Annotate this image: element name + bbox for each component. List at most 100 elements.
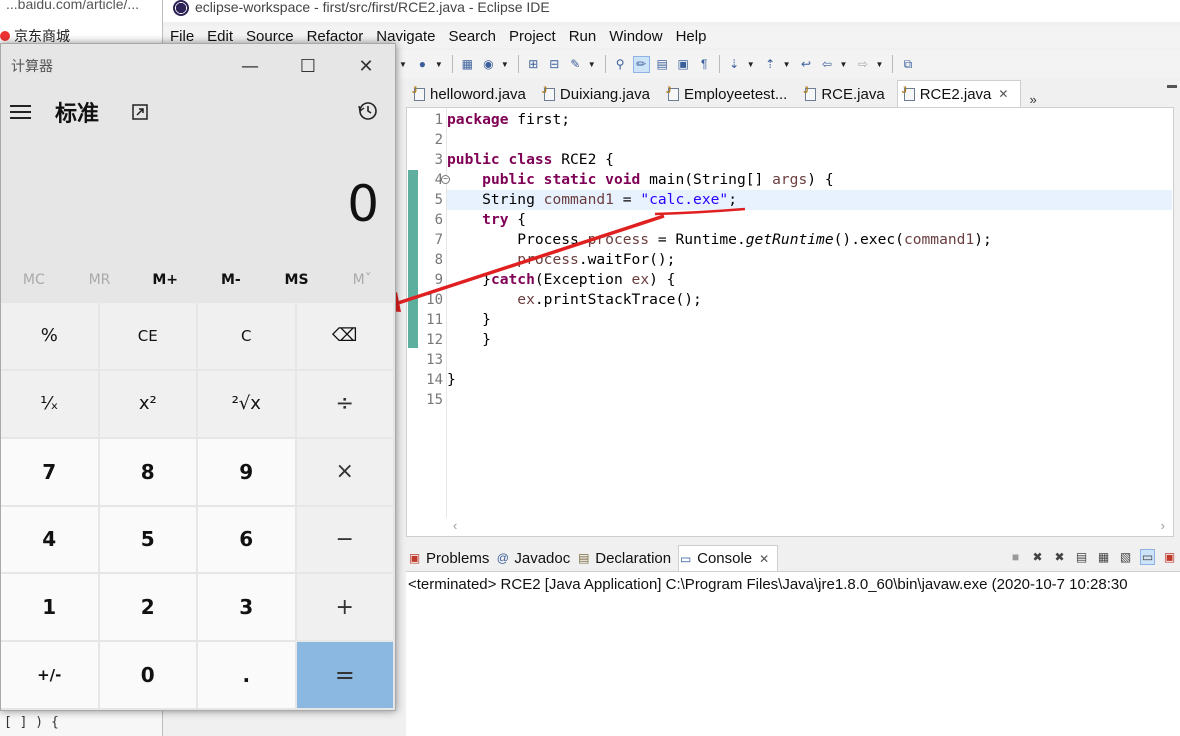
key-negate[interactable]: +/- xyxy=(1,642,98,708)
open-console-icon[interactable]: ▣ xyxy=(1162,549,1177,565)
key-equals[interactable]: = xyxy=(296,642,393,708)
key-2[interactable]: 2 xyxy=(99,574,196,641)
toggle-mark-icon[interactable]: ⚲ xyxy=(612,56,629,73)
block-select-icon[interactable]: ▣ xyxy=(675,56,692,73)
code-area[interactable]: 1 package first; 2 3 public class RCE2 { 4… xyxy=(426,110,1172,520)
key-clear-entry[interactable]: CE xyxy=(99,303,196,369)
key-percent[interactable]: % xyxy=(1,303,98,369)
key-decimal[interactable]: . xyxy=(198,642,295,708)
tab-rce2[interactable]: RCE2.java ✕ xyxy=(896,80,1022,107)
dropdown-arrow-icon[interactable]: ▼ xyxy=(435,60,443,69)
new-package-icon[interactable]: ▦ xyxy=(459,56,476,73)
close-icon[interactable]: ✕ xyxy=(998,87,1008,101)
keep-on-top-icon[interactable] xyxy=(129,101,151,123)
dropdown-arrow-icon[interactable]: ▼ xyxy=(399,60,407,69)
key-reciprocal[interactable]: ¹⁄ₓ xyxy=(1,370,98,437)
key-1[interactable]: 1 xyxy=(1,574,98,641)
open-folder-icon[interactable]: ⊟ xyxy=(546,56,563,73)
console-output[interactable]: <terminated> RCE2 [Java Application] C:\… xyxy=(406,571,1180,736)
back-icon[interactable]: ⇦ xyxy=(819,56,836,73)
horizontal-scrollbar[interactable]: ‹ › xyxy=(447,517,1171,533)
remove-launch-icon[interactable]: ✖ xyxy=(1030,549,1045,565)
remove-all-icon[interactable]: ✖ xyxy=(1052,549,1067,565)
run-external-icon[interactable]: ● xyxy=(414,56,431,73)
memory-subtract-button[interactable]: M- xyxy=(198,264,264,296)
key-0[interactable]: 0 xyxy=(99,642,196,708)
toolbar-separator xyxy=(517,55,519,73)
next-annotation-icon[interactable]: ⇣ xyxy=(726,56,743,73)
dropdown-arrow-icon[interactable]: ▼ xyxy=(875,60,883,69)
key-clear[interactable]: C xyxy=(198,303,295,369)
key-add[interactable]: + xyxy=(296,574,393,641)
pin-console-icon[interactable]: ▧ xyxy=(1118,549,1133,565)
key-7[interactable]: 7 xyxy=(1,438,98,505)
search-task-icon[interactable]: ✎ xyxy=(567,56,584,73)
dropdown-arrow-icon[interactable]: ▼ xyxy=(588,60,596,69)
tab-declaration[interactable]: ▤ Declaration xyxy=(577,545,678,571)
tab-label: RCE.java xyxy=(821,86,885,103)
key-backspace[interactable]: ⌫ xyxy=(296,303,393,369)
memory-store-button[interactable]: MS xyxy=(264,264,330,296)
tab-console[interactable]: ▭ Console ✕ xyxy=(678,545,779,571)
prev-annotation-icon[interactable]: ⇡ xyxy=(762,56,779,73)
key-5[interactable]: 5 xyxy=(99,506,196,573)
dropdown-arrow-icon[interactable]: ▼ xyxy=(501,60,509,69)
toolbar-separator xyxy=(718,55,720,73)
menu-icon[interactable] xyxy=(1,90,41,134)
tab-overflow-button[interactable]: » xyxy=(1021,92,1044,107)
key-3[interactable]: 3 xyxy=(198,574,295,641)
memory-add-button[interactable]: M+ xyxy=(132,264,198,296)
scroll-left-icon[interactable]: ‹ xyxy=(453,518,457,533)
dropdown-arrow-icon[interactable]: ▼ xyxy=(783,60,791,69)
close-icon[interactable]: ✕ xyxy=(759,552,769,566)
new-class-icon[interactable]: ◉ xyxy=(480,56,497,73)
scroll-right-icon[interactable]: › xyxy=(1161,518,1165,533)
memory-clear-button[interactable]: MC xyxy=(1,264,67,296)
terminate-icon[interactable]: ■ xyxy=(1008,549,1023,565)
dropdown-arrow-icon[interactable]: ▼ xyxy=(840,60,848,69)
scroll-lock-icon[interactable]: ▤ xyxy=(1074,549,1089,565)
menu-run[interactable]: Run xyxy=(562,26,603,48)
key-9[interactable]: 9 xyxy=(198,438,295,505)
highlight-icon[interactable]: ✏ xyxy=(632,55,650,73)
dropdown-arrow-icon[interactable]: ▼ xyxy=(747,60,755,69)
close-button[interactable]: ✕ xyxy=(337,44,395,88)
minimize-icon[interactable] xyxy=(1167,85,1177,88)
key-square-root[interactable]: ²√x xyxy=(198,370,295,437)
menu-help[interactable]: Help xyxy=(669,26,713,48)
menu-window[interactable]: Window xyxy=(602,26,668,48)
word-wrap-icon[interactable]: ▦ xyxy=(1096,549,1111,565)
tab-helloword[interactable]: helloword.java xyxy=(408,82,538,107)
maximize-button[interactable]: ☐ xyxy=(279,44,337,88)
memory-recall-button[interactable]: MR xyxy=(67,264,133,296)
key-6[interactable]: 6 xyxy=(198,506,295,573)
history-icon[interactable] xyxy=(357,100,381,124)
key-divide[interactable]: ÷ xyxy=(296,370,393,437)
last-edit-icon[interactable]: ↩ xyxy=(798,56,815,73)
pin-editor-icon[interactable]: ⧉ xyxy=(899,56,916,73)
key-subtract[interactable]: − xyxy=(296,506,393,573)
key-8[interactable]: 8 xyxy=(99,438,196,505)
code-line: 8 process.waitFor(); xyxy=(434,251,676,268)
tab-problems[interactable]: ▣ Problems xyxy=(408,545,496,571)
key-multiply[interactable]: × xyxy=(296,438,393,505)
show-whitespace-icon[interactable]: ¶ xyxy=(696,56,713,73)
display-console-icon[interactable]: ▭ xyxy=(1140,549,1155,565)
code-editor[interactable]: 1 package first; 2 3 public class RCE2 { 4… xyxy=(406,107,1174,537)
tab-employeetest[interactable]: Employeetest... xyxy=(662,82,799,107)
tab-rce[interactable]: RCE.java xyxy=(799,82,896,107)
fold-toggle-icon[interactable]: − xyxy=(441,175,450,184)
forward-icon[interactable]: ⇨ xyxy=(854,56,871,73)
tab-javadoc[interactable]: @ Javadoc xyxy=(496,545,577,571)
menu-search[interactable]: Search xyxy=(441,26,502,48)
memory-list-button[interactable]: Mˇ xyxy=(329,264,395,296)
key-square[interactable]: x² xyxy=(99,370,196,437)
panel-tab-label: Problems xyxy=(426,549,490,567)
open-type-icon[interactable]: ⊞ xyxy=(525,56,542,73)
key-4[interactable]: 4 xyxy=(1,506,98,573)
breadcrumb-icon[interactable]: ▤ xyxy=(654,56,671,73)
declaration-icon: ▤ xyxy=(578,551,590,565)
menu-project[interactable]: Project xyxy=(502,26,562,48)
tab-duixiang[interactable]: Duixiang.java xyxy=(538,82,662,107)
minimize-button[interactable]: — xyxy=(221,44,279,88)
